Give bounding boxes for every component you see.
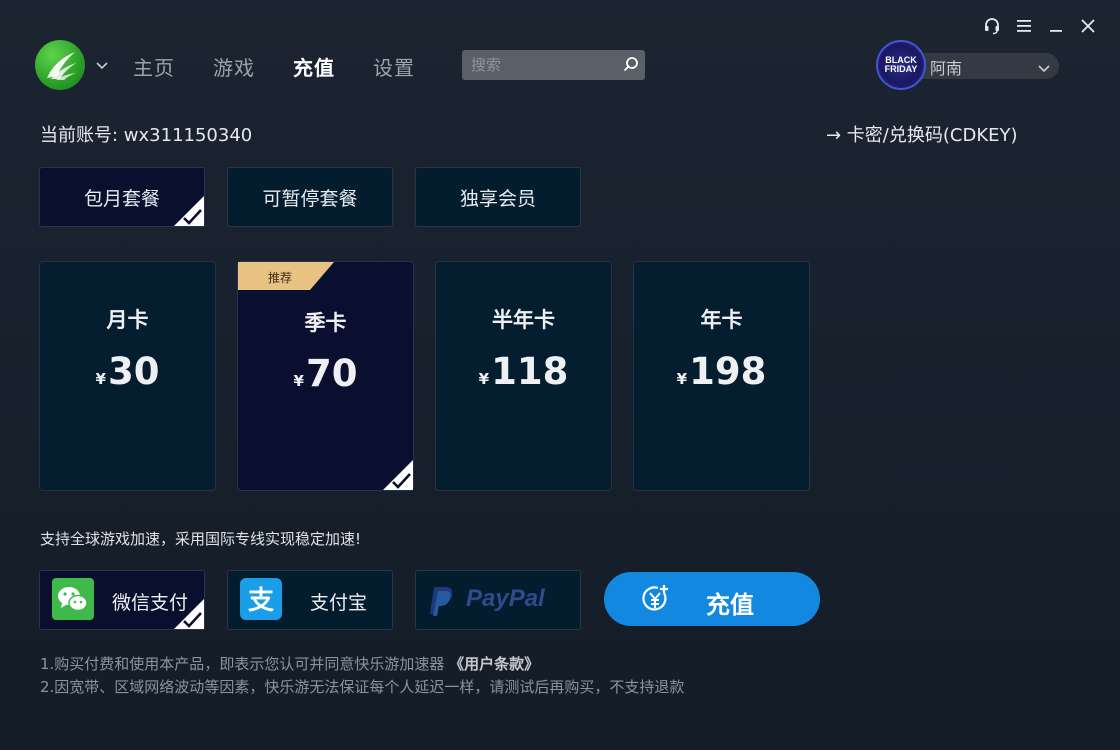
tab-label: 包月套餐: [83, 187, 160, 210]
chevron-down-icon[interactable]: [1037, 60, 1051, 73]
paypal-icon: [430, 587, 453, 616]
nav-recharge[interactable]: 充值: [293, 52, 335, 81]
plan-price: ¥30: [95, 350, 160, 393]
tab-monthly-package[interactable]: 包月套餐: [39, 167, 205, 227]
check-icon: [174, 196, 204, 226]
nav-games[interactable]: 游戏: [213, 52, 255, 81]
plan-name: 年卡: [700, 308, 743, 332]
svg-text:支: 支: [248, 586, 274, 616]
plan-card-quarterly[interactable]: 推荐 季卡 ¥70: [237, 261, 414, 491]
plan-price: ¥198: [676, 350, 767, 393]
plan-card-half-year[interactable]: 半年卡 ¥118: [435, 261, 612, 491]
plan-name: 半年卡: [492, 308, 555, 332]
search-icon[interactable]: [621, 55, 641, 75]
payment-wechat[interactable]: 微信支付: [39, 570, 205, 630]
check-icon: [383, 460, 413, 490]
chevron-down-icon[interactable]: [94, 58, 110, 72]
search-box: [462, 50, 645, 80]
alipay-icon: 支: [240, 578, 282, 620]
plan-name: 季卡: [304, 311, 347, 335]
payment-label: 支付宝: [310, 592, 368, 614]
menu-icon[interactable]: [1012, 14, 1036, 38]
headset-icon[interactable]: [980, 14, 1004, 38]
plan-price: ¥118: [478, 350, 569, 393]
payment-label: PayPal: [466, 585, 545, 612]
nav-home[interactable]: 主页: [133, 52, 175, 81]
recharge-button[interactable]: 充值: [604, 572, 820, 626]
user-name: 阿南: [930, 59, 963, 78]
payment-paypal[interactable]: PayPal: [415, 570, 581, 630]
plan-price: ¥70: [293, 352, 358, 395]
plan-card-yearly[interactable]: 年卡 ¥198: [633, 261, 810, 491]
plan-name: 月卡: [106, 308, 149, 332]
yen-coin-plus-icon: [642, 585, 668, 611]
recommend-badge: 推荐: [268, 271, 293, 285]
user-pill[interactable]: 阿南: [920, 53, 1059, 79]
recharge-label: 充值: [706, 591, 754, 619]
nav-settings[interactable]: 设置: [373, 52, 415, 81]
terms-link[interactable]: 《用户条款》: [449, 655, 539, 673]
current-account: 当前账号: wx311150340: [40, 125, 253, 146]
payment-alipay[interactable]: 支 支付宝: [227, 570, 393, 630]
cdkey-link[interactable]: → 卡密/兑换码(CDKEY): [826, 121, 1018, 147]
search-input[interactable]: [462, 50, 617, 80]
app-logo: [35, 40, 85, 90]
tagline: 支持全球游戏加速，采用国际专线实现稳定加速!: [40, 530, 362, 548]
purchase-notes: 1.购买付费和使用本产品，即表示您认可并同意快乐游加速器 《用户条款》 2.因宽…: [40, 653, 684, 699]
avatar[interactable]: BLACK FRIDAY: [876, 40, 926, 90]
note-line-2: 2.因宽带、区域网络波动等因素，快乐游无法保证每个人延迟一样，请测试后再购买，不…: [40, 678, 685, 696]
plan-card-monthly[interactable]: 月卡 ¥30: [39, 261, 216, 491]
tab-pausable-package[interactable]: 可暂停套餐: [227, 167, 393, 227]
minimize-icon[interactable]: [1044, 14, 1068, 38]
tab-exclusive-member[interactable]: 独享会员: [415, 167, 581, 227]
tab-label: 独享会员: [459, 187, 536, 210]
leaf-logo-icon: [47, 52, 76, 80]
check-icon: [174, 599, 204, 629]
user-menu[interactable]: 阿南 BLACK FRIDAY: [876, 40, 1060, 90]
note-line-1: 1.购买付费和使用本产品，即表示您认可并同意快乐游加速器 《用户条款》: [40, 655, 540, 673]
wechat-pay-icon: [52, 578, 94, 620]
close-icon[interactable]: [1076, 14, 1100, 38]
tab-label: 可暂停套餐: [262, 187, 358, 210]
